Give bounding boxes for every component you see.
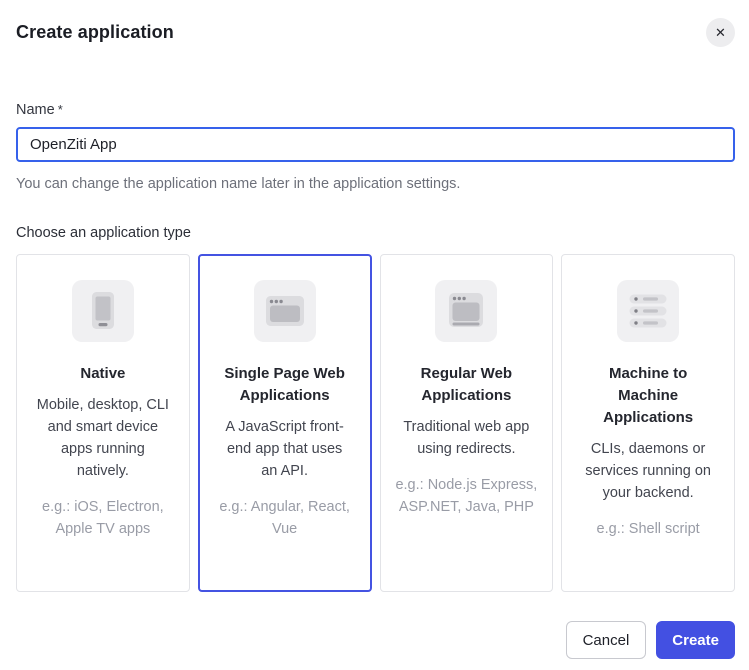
create-button[interactable]: Create	[656, 621, 735, 659]
type-card-native[interactable]: Native Mobile, desktop, CLI and smart de…	[16, 254, 190, 592]
type-card-regular-web[interactable]: Regular Web Applications Traditional web…	[380, 254, 554, 592]
icon-tile	[617, 280, 679, 342]
card-description: A JavaScript front-end app that uses an …	[218, 416, 352, 482]
close-icon: ✕	[715, 26, 726, 39]
card-description: Traditional web app using redirects.	[399, 416, 533, 460]
card-title: Regular Web Applications	[400, 363, 532, 407]
server-stack-icon	[617, 280, 679, 342]
modal-header: Create application ✕	[16, 17, 735, 47]
required-marker: *	[58, 102, 63, 117]
web-server-window-icon	[435, 280, 497, 342]
icon-tile	[435, 280, 497, 342]
cancel-button[interactable]: Cancel	[566, 621, 647, 659]
icon-tile	[72, 280, 134, 342]
type-card-single-page-web[interactable]: Single Page Web Applications A JavaScrip…	[198, 254, 372, 592]
card-description: CLIs, daemons or services running on you…	[581, 438, 715, 504]
close-button[interactable]: ✕	[706, 18, 735, 47]
card-title: Machine to Machine Applications	[582, 363, 714, 429]
type-card-machine-to-machine[interactable]: Machine to Machine Applications CLIs, da…	[561, 254, 735, 592]
modal-title: Create application	[16, 22, 174, 43]
name-helper-text: You can change the application name late…	[16, 176, 735, 192]
card-title: Native	[37, 363, 169, 385]
modal-footer: Cancel Create	[16, 621, 735, 659]
card-example: e.g.: Shell script	[574, 518, 722, 540]
card-description: Mobile, desktop, CLI and smart device ap…	[36, 394, 170, 482]
card-title: Single Page Web Applications	[219, 363, 351, 407]
name-field-label: Name*	[16, 102, 735, 118]
mobile-phone-icon	[72, 280, 134, 342]
card-example: e.g.: iOS, Electron, Apple TV apps	[29, 496, 177, 540]
application-name-input[interactable]	[16, 127, 735, 162]
icon-tile	[254, 280, 316, 342]
card-example: e.g.: Angular, React, Vue	[211, 496, 359, 540]
application-type-grid: Native Mobile, desktop, CLI and smart de…	[16, 254, 735, 592]
card-example: e.g.: Node.js Express, ASP.NET, Java, PH…	[393, 474, 541, 518]
application-type-section-label: Choose an application type	[16, 225, 735, 241]
browser-window-icon	[254, 280, 316, 342]
create-application-modal: Create application ✕ Name* You can chang…	[0, 0, 749, 670]
